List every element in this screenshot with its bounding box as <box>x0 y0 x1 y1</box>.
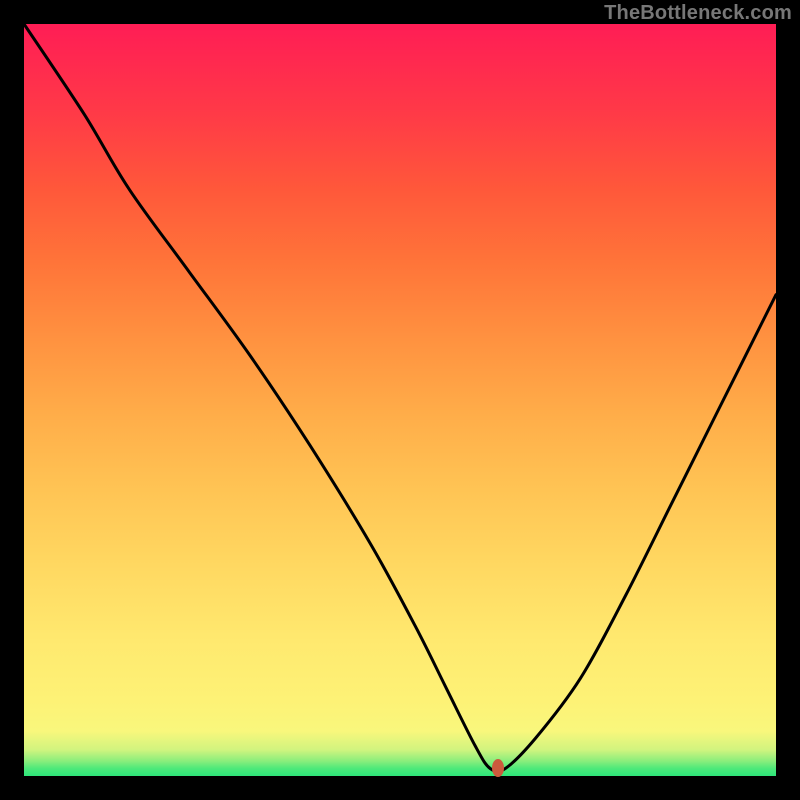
chart-frame: TheBottleneck.com <box>0 0 800 800</box>
chart-svg <box>24 24 776 776</box>
watermark-text: TheBottleneck.com <box>604 2 792 25</box>
chart-marker <box>492 759 504 777</box>
bottleneck-curve <box>24 24 776 772</box>
